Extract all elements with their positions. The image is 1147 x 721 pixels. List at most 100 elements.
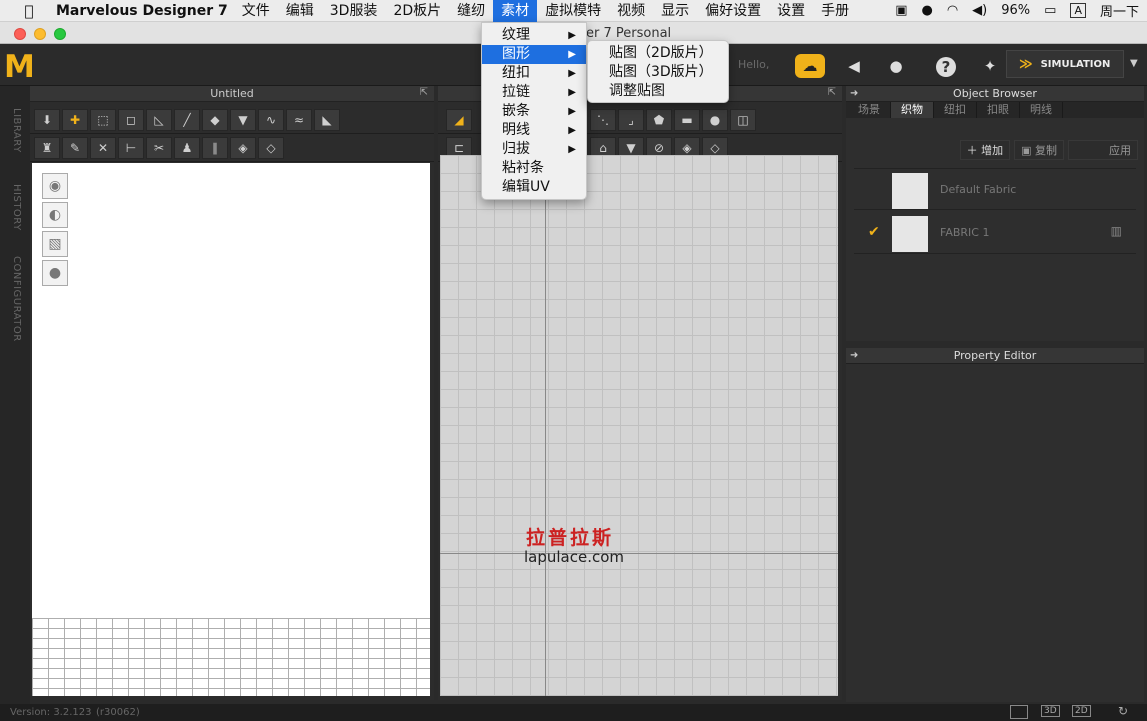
circle-icon[interactable]: ● [702,108,728,131]
simulation-dropdown-icon[interactable]: ▼ [1130,58,1138,69]
popout-icon[interactable]: ⇱ [420,87,428,98]
menu-avatar[interactable]: 虚拟模特 [537,0,609,22]
cloud-icon[interactable]: ☁ [795,54,825,78]
collapse-arrow-icon[interactable]: ➜ [850,86,858,102]
menu-manual[interactable]: 手册 [813,0,857,22]
menu-item-fusing-tape[interactable]: 粘衬条 [482,159,586,178]
configurator-tab[interactable]: CONFIGURATOR [11,256,22,342]
menu-file[interactable]: 文件 [234,0,278,22]
screen-icon[interactable]: ▣ [895,3,907,18]
line-tool-icon[interactable]: ╱ [174,108,200,131]
zoom-window-button[interactable] [54,28,66,40]
app-menu[interactable]: Marvelous Designer 7 [48,0,234,22]
mesh-icon[interactable]: ◇ [258,136,284,159]
show-avatar-icon[interactable]: ◐ [42,202,68,228]
menu-preferences[interactable]: 偏好设置 [697,0,769,22]
menu-item-button[interactable]: 纽扣 ▶ [482,64,586,83]
battery-icon[interactable]: ▭ [1044,3,1056,18]
move-down-icon[interactable]: ⬇ [34,108,60,131]
menu-item-shrinkage[interactable]: 归拔 ▶ [482,140,586,159]
select-box-icon[interactable]: ⬚ [90,108,116,131]
ruler-icon[interactable]: ◢ [446,108,472,131]
wifi-icon[interactable]: ◠ [947,3,958,18]
apple-icon[interactable]:  [20,2,38,20]
copy-button[interactable]: ▣ 复制 [1014,140,1064,160]
polygon-icon[interactable]: ⬟ [646,108,672,131]
measure-icon[interactable]: ✕ [90,136,116,159]
menu-item-edit-uv[interactable]: 编辑UV [482,178,586,197]
view-2d-button[interactable]: 2D [1072,705,1091,717]
fabric-row-default[interactable]: Default Fabric [854,168,1136,210]
add-button[interactable]: ＋ 增加 [959,140,1011,160]
collapse-arrow-icon[interactable]: ➜ [850,348,858,364]
viewport-2d[interactable]: 拉普拉斯 lapulace.com [440,155,838,696]
menu-item-piping[interactable]: 嵌条 ▶ [482,102,586,121]
viewport-3d[interactable]: ◉ ◐ ▧ ● [32,163,430,696]
popout-icon[interactable]: ⇱ [828,87,836,98]
menu-3d-garment[interactable]: 3D服装 [322,0,386,22]
refresh-icon[interactable]: ↻ [1118,704,1128,718]
simulation-button[interactable]: ≫ SIMULATION [1006,50,1124,78]
curve-point-icon[interactable]: ⋱ [590,108,616,131]
status-bar: Version: 3.2.123 (r30062) 3D 2D ↻ [0,704,1147,721]
tab-buttonholes[interactable]: 扣眼 [977,102,1020,118]
submenu-item-adjust-texture[interactable]: 调整贴图 [588,82,728,101]
fabric-actions: ＋ 增加 ▣ 复制 应用 [959,140,1138,160]
select-mesh-icon[interactable]: ◻ [118,108,144,131]
sew-icon[interactable]: ∿ [258,108,284,131]
rectangle-icon[interactable]: ▬ [674,108,700,131]
menu-sewing[interactable]: 缝纫 [449,0,493,22]
submenu-item-2d-texture[interactable]: 贴图（2D版片） [588,44,728,63]
close-window-button[interactable] [14,28,26,40]
menu-display[interactable]: 显示 [653,0,697,22]
volume-icon[interactable]: ◀) [972,3,987,18]
submenu-item-3d-texture[interactable]: 贴图（3D版片） [588,63,728,82]
avatar-settings-icon[interactable]: ✦ [978,54,1002,78]
menu-item-topstitch[interactable]: 明线 ▶ [482,121,586,140]
input-method[interactable]: A [1070,3,1086,18]
pin-icon[interactable]: ◆ [202,108,228,131]
menu-item-graphic[interactable]: 图形 ▶ [482,45,586,64]
split-view-icon[interactable] [1010,705,1028,719]
qq-icon[interactable]: ● [921,3,932,18]
view-3d-button[interactable]: 3D [1041,705,1060,717]
fabric-row-1[interactable]: ✔ FABRIC 1 ▥ [854,212,1136,254]
pen-icon[interactable]: ✎ [62,136,88,159]
show-fabric-icon[interactable]: ▧ [42,231,68,257]
user-icon[interactable]: ● [884,54,908,78]
menu-edit[interactable]: 编辑 [278,0,322,22]
body-icon[interactable]: ♟ [174,136,200,159]
menu-settings[interactable]: 设置 [769,0,813,22]
avatar-silhouette-icon[interactable]: ● [42,260,68,286]
show-garment-icon[interactable]: ◉ [42,173,68,199]
shirt-icon[interactable]: ▼ [230,108,256,131]
menu-item-zipper[interactable]: 拉链 ▶ [482,83,586,102]
cut-icon[interactable]: ✂ [146,136,172,159]
tab-topstitch[interactable]: 明线 [1020,102,1063,118]
menu-video[interactable]: 视频 [609,0,653,22]
menu-2d-pattern[interactable]: 2D板片 [385,0,449,22]
tab-scene[interactable]: 场景 [848,102,891,118]
edit-point-icon[interactable]: ⌟ [618,108,644,131]
walk-icon[interactable]: ♜ [34,136,60,159]
clock[interactable]: 周一下 [1100,1,1139,20]
internal-shape-icon[interactable]: ◫ [730,108,756,131]
apply-button[interactable]: 应用 [1068,140,1138,160]
tab-buttons[interactable]: 纽扣 [934,102,977,118]
minimize-window-button[interactable] [34,28,46,40]
help-icon[interactable]: ? [936,57,956,77]
fold-icon[interactable]: ◺ [146,108,172,131]
texture-icon[interactable]: ◈ [230,136,256,159]
tape-icon[interactable]: ⊢ [118,136,144,159]
menu-item-texture[interactable]: 纹理 ▶ [482,26,586,45]
garment-icon[interactable]: ◣ [314,108,340,131]
menu-materials[interactable]: 素材 [493,0,538,22]
transform-icon[interactable]: ✚ [62,108,88,131]
library-tab[interactable]: LIBRARY [11,108,22,153]
trash-icon[interactable]: ▥ [1111,224,1122,238]
speaker-icon[interactable]: ◀ [842,54,866,78]
clip-icon[interactable]: ∥ [202,136,228,159]
tab-fabric[interactable]: 织物 [891,102,934,118]
tuck-icon[interactable]: ≈ [286,108,312,131]
history-tab[interactable]: HISTORY [11,184,22,231]
